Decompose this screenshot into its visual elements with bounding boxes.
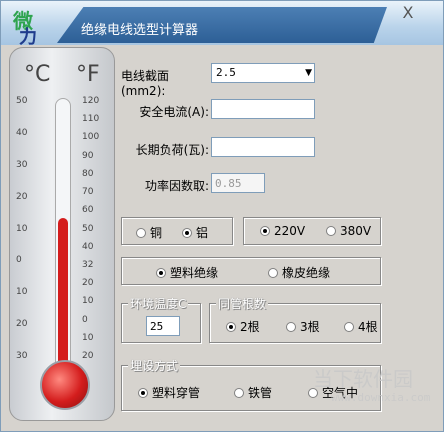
radio-aluminum[interactable]: 铝 (182, 224, 208, 241)
radio-dot[interactable] (268, 267, 278, 278)
fahrenheit-tick-label: 120 (82, 96, 100, 106)
fahrenheit-tick-label: 50 (82, 223, 94, 234)
celsius-tick-label: 30 (16, 159, 28, 170)
fahrenheit-tick-label: 0 (82, 314, 88, 325)
power-factor-label: 功率因数取: (144, 179, 209, 193)
radio-plastic-insulation[interactable]: 塑料绝缘 (156, 264, 218, 281)
celsius-unit-label: °C (24, 62, 51, 87)
watermark-text: 当下软件园 (313, 367, 413, 391)
fahrenheit-tick-label: 80 (82, 168, 94, 179)
fahrenheit-tick-label: 10 (82, 296, 94, 307)
fahrenheit-tick-label: 70 (82, 187, 94, 198)
fahrenheit-scale: 120 110 100 90 80 70 60 50 40 32 20 10 0 10 20 (74, 96, 108, 396)
radio-dot[interactable] (226, 321, 236, 332)
app-window: 微 力 绝缘电线选型计算器 X °C °F 50 40 30 20 10 0 10 20 30 … (0, 0, 444, 432)
safe-current-field[interactable] (211, 99, 315, 119)
watermark-url: www.downxia.com (331, 391, 431, 404)
radio-2-wires[interactable]: 2根 (226, 318, 260, 335)
conduit-count-legend: 同管根数 (216, 295, 269, 312)
close-button[interactable]: X (399, 5, 417, 21)
laying-method-legend: 埋设方式 (128, 357, 181, 374)
ambient-temperature-group: 环境温度C (121, 295, 201, 343)
fahrenheit-unit-label: °F (76, 62, 100, 87)
celsius-tick-label: 10 (16, 287, 28, 298)
fahrenheit-tick-label: 40 (82, 241, 94, 252)
radio-copper[interactable]: 铜 (136, 224, 162, 241)
radio-dot[interactable] (182, 227, 192, 238)
chevron-down-icon[interactable]: ▼ (305, 68, 312, 78)
insulation-group: 塑料绝缘 橡皮绝缘 (121, 257, 381, 285)
thermometer: °C °F 50 40 30 20 10 0 10 20 30 120 110 100 90 80 70 6… (9, 47, 115, 421)
thermometer-bulb (40, 360, 90, 410)
celsius-tick-label: 30 (16, 351, 28, 361)
long-term-load-label: 长期负荷(瓦): (135, 143, 209, 157)
cross-section-label: 电线截面(mm2): (121, 69, 170, 98)
conduit-count-group: 同管根数 2根 3根 4根 (209, 295, 381, 343)
ambient-temperature-field[interactable] (146, 316, 180, 336)
radio-plastic-conduit[interactable]: 塑料穿管 (138, 384, 200, 401)
fahrenheit-tick-label: 20 (82, 351, 94, 361)
radio-dot[interactable] (138, 387, 148, 398)
radio-dot[interactable] (260, 226, 270, 236)
radio-dot[interactable] (286, 321, 296, 332)
radio-dot[interactable] (156, 267, 166, 278)
fahrenheit-tick-label: 100 (82, 132, 100, 143)
fahrenheit-tick-label: 60 (82, 205, 94, 216)
app-logo: 微 力 (13, 9, 37, 48)
long-term-load-field[interactable] (211, 137, 315, 157)
radio-dot[interactable] (344, 321, 354, 332)
celsius-tick-label: 40 (16, 127, 28, 138)
radio-rubber-insulation[interactable]: 橡皮绝缘 (268, 264, 330, 281)
ambient-temperature-legend: 环境温度C (128, 295, 189, 312)
radio-4-wires[interactable]: 4根 (344, 318, 378, 335)
fahrenheit-tick-label: 110 (82, 114, 100, 125)
cross-section-select[interactable]: 2.5 ▼ (211, 63, 315, 83)
radio-3-wires[interactable]: 3根 (286, 318, 320, 335)
radio-iron-conduit[interactable]: 铁管 (234, 384, 272, 401)
radio-380v[interactable]: 380V (326, 224, 371, 238)
radio-dot[interactable] (234, 387, 244, 398)
fahrenheit-tick-label: 90 (82, 150, 94, 161)
radio-220v[interactable]: 220V (260, 224, 305, 238)
thermometer-tube (55, 98, 71, 398)
celsius-tick-label: 0 (16, 255, 22, 266)
window-title: 绝缘电线选型计算器 (81, 23, 199, 38)
material-group: 铜 铝 (121, 217, 233, 245)
celsius-tick-label: 20 (16, 319, 28, 330)
celsius-tick-label: 20 (16, 191, 28, 202)
power-factor-field[interactable] (211, 173, 265, 193)
fahrenheit-tick-label: 20 (82, 278, 94, 289)
celsius-scale: 50 40 30 20 10 0 10 20 30 (16, 96, 50, 396)
safe-current-label: 安全电流(A): (139, 105, 209, 119)
fahrenheit-tick-label: 32 (82, 259, 94, 270)
title-bar[interactable]: 微 力 绝缘电线选型计算器 X (1, 1, 443, 48)
radio-dot[interactable] (326, 226, 336, 236)
celsius-tick-label: 10 (16, 223, 28, 234)
fahrenheit-tick-label: 10 (82, 332, 94, 343)
celsius-tick-label: 50 (16, 96, 28, 106)
radio-dot[interactable] (136, 227, 146, 238)
cross-section-value: 2.5 (216, 66, 236, 79)
voltage-group: 220V 380V (243, 217, 381, 245)
